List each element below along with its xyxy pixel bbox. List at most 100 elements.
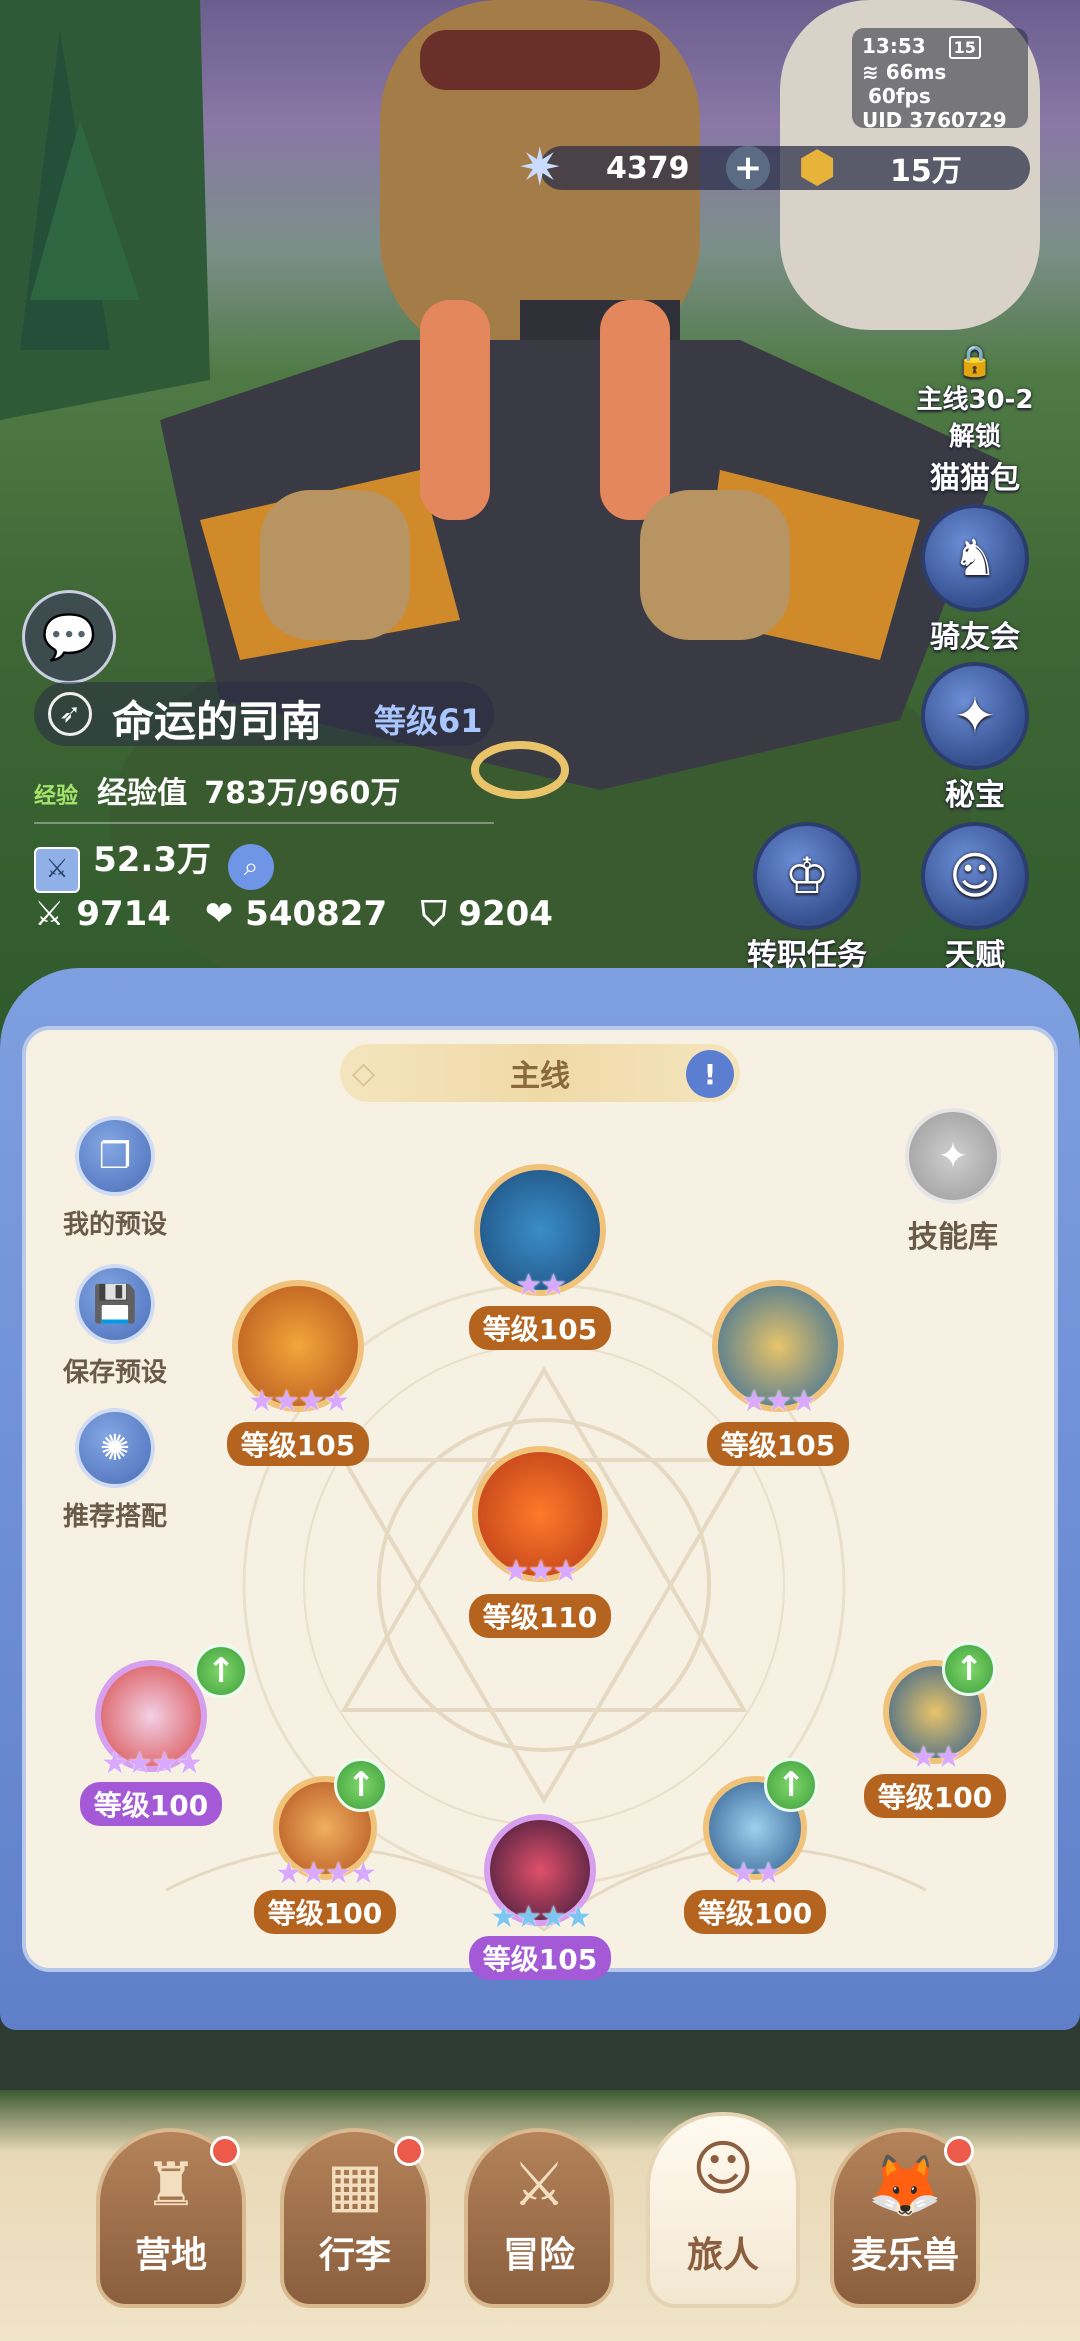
combo-icon: ✺ [75,1408,155,1488]
skill-level: 等级105 [706,1422,850,1466]
wifi-icon: ≋ [862,60,879,84]
head-brain-icon: ☺ [921,822,1029,930]
nav-pets-label: 麦乐兽 [850,2235,959,2276]
diamond-left-icon: ◇ [352,1055,376,1091]
battery-indicator: 15 [948,36,981,59]
upgrade-arrow-icon: ↑ [334,1758,388,1812]
recommended-setup-button[interactable]: ✺ 推荐搭配 [40,1408,190,1533]
skill-level: 等级100 [863,1774,1007,1818]
status-panel: 13:53 15 ≋ 66ms 60fps UID 3760729 [852,28,1028,132]
skill-library-label: 技能库 [908,1220,998,1255]
nav-camp-label: 营地 [134,2235,207,2276]
coin-value: 15万 [890,154,962,189]
combat-power-value: 52.3万 [93,840,211,880]
stats-row: ⚔ 9714 ❤ 540827 ⛉ 9204 [34,894,553,934]
save-preset-button[interactable]: 💾 保存预设 [40,1264,190,1389]
coin-icon: ⬢ [798,142,837,193]
skill-library-button[interactable]: ✦ 技能库 [878,1108,1028,1256]
passive-slot-3[interactable]: ★★★★ 等级105 [462,1814,618,1980]
heart-icon: ❤ [204,894,234,934]
rider-club-button[interactable]: ♞ 骑友会 [900,504,1050,656]
experience-row: 经验 经验值 783万/960万 [34,768,494,824]
my-presets-button[interactable]: ❐ 我的预设 [40,1116,190,1241]
unlock-requirement: 主线30-2 [916,385,1034,415]
skill-level: 等级100 [253,1890,397,1934]
treasure-chest-icon: ✦ [921,662,1029,770]
skill-stars: ★★★★ [248,1384,350,1419]
chat-button[interactable]: 💬 [22,590,116,684]
tab-label: 主线 [510,1059,570,1094]
exp-value: 783万/960万 [204,776,401,811]
hp-value: 540827 [245,894,388,934]
skill-stars: ★★★★ [275,1856,377,1891]
treasure-label: 秘宝 [945,778,1005,813]
upgrade-arrow-icon: ↑ [942,1642,996,1696]
nav-luggage[interactable]: ▦ 行李 [280,2128,430,2308]
skill-slot-left[interactable]: ★★★★ 等级105 [218,1280,378,1466]
crossed-swords-icon: ⚔ [34,894,65,934]
nav-pets[interactable]: 🦊 麦乐兽 [830,2128,980,2308]
shield-power-icon: ⚔ [34,847,80,893]
shield-icon: ⛉ [420,894,447,934]
floppy-disk-icon: 💾 [75,1264,155,1344]
skill-slot-center[interactable]: ★★★ 等级110 [456,1446,624,1638]
skill-stars: ★★ [730,1856,782,1891]
player-level: 等级61 [374,702,483,740]
skill-stars: ★★★ [740,1384,818,1419]
skill-level: 等级110 [468,1594,612,1638]
exp-divider [34,822,494,824]
rider-club-label: 骑友会 [930,620,1020,655]
skill-stars: ★★ [910,1740,962,1775]
cat-bag-button[interactable]: 🔒 主线30-2 解锁 猫猫包 [900,344,1050,497]
nav-adventure-label: 冒险 [502,2235,575,2276]
nav-camp[interactable]: ♜ 营地 [96,2128,246,2308]
skill-slot-right[interactable]: ★★★ 等级105 [698,1280,858,1466]
search-power-button[interactable]: ⌕ [228,844,275,890]
skill-slot-top[interactable]: ★★ 等级105 [460,1164,620,1350]
magnifier-icon: ⌕ [243,852,259,882]
cat-bag-label: 猫猫包 [930,461,1020,496]
nav-traveler-label: 旅人 [686,2235,759,2276]
star-currency-value: 4379 [606,150,690,186]
save-preset-label: 保存预设 [62,1358,167,1388]
skill-stars: ★★ [515,1268,567,1303]
upgrade-arrow-icon: ↑ [194,1644,248,1698]
skill-stars: ★★★★ [490,1900,592,1935]
passive-slot-4[interactable]: ★★ 等级100 ↑ [680,1758,830,1934]
crossed-swords-icon: ⚔ [512,2150,566,2220]
clock: 13:53 [862,34,926,58]
traveler-portrait-icon: ☺ [691,2134,755,2204]
power-row: ⚔ 52.3万 ⌕ [34,832,275,893]
exp-tag: 经验 [34,784,79,809]
notification-dot [210,2136,240,2166]
exp-label: 经验值 [97,776,188,811]
my-presets-label: 我的预设 [62,1210,167,1240]
treasure-button[interactable]: ✦ 秘宝 [900,662,1050,814]
recommended-setup-label: 推荐搭配 [62,1502,167,1532]
info-book-button[interactable]: ! [686,1050,734,1098]
skill-level: 等级105 [226,1422,370,1466]
skill-library-icon: ✦ [905,1108,1001,1204]
crown-knight-icon: ♔ [753,822,861,930]
attack-value: 9714 [76,894,171,934]
passive-slot-5[interactable]: ★★ 等级100 ↑ [860,1642,1010,1818]
lock-icon: 🔒 [956,344,994,379]
fps-value: 60fps [868,84,931,108]
add-currency-button[interactable]: + [726,146,770,190]
unlock-text: 解锁 [948,422,1001,452]
passive-slot-1[interactable]: ★★★★ 等级100 ↑ [76,1644,248,1826]
nav-adventure[interactable]: ⚔ 冒险 [464,2128,614,2308]
player-name-bar[interactable]: ➶ 命运的司南 等级61 [34,682,494,746]
compass-icon: ➶ [48,692,92,736]
star-crystal-icon: ✷ [518,138,562,198]
talent-button[interactable]: ☺ 天赋 [900,822,1050,974]
tab-main-line[interactable]: ◇ 主线 ! [340,1044,740,1102]
uid-text: UID 3760729 [862,108,1007,132]
nav-traveler[interactable]: ☺ 旅人 [646,2112,800,2308]
chat-bubble-icon: 💬 [41,612,97,663]
passive-slot-2[interactable]: ★★★★ 等级100 ↑ [250,1758,400,1934]
skill-level: 等级100 [79,1782,223,1826]
skill-level: 等级100 [683,1890,827,1934]
notification-dot [394,2136,424,2166]
job-change-quest-button[interactable]: ♔ 转职任务 [732,822,882,974]
